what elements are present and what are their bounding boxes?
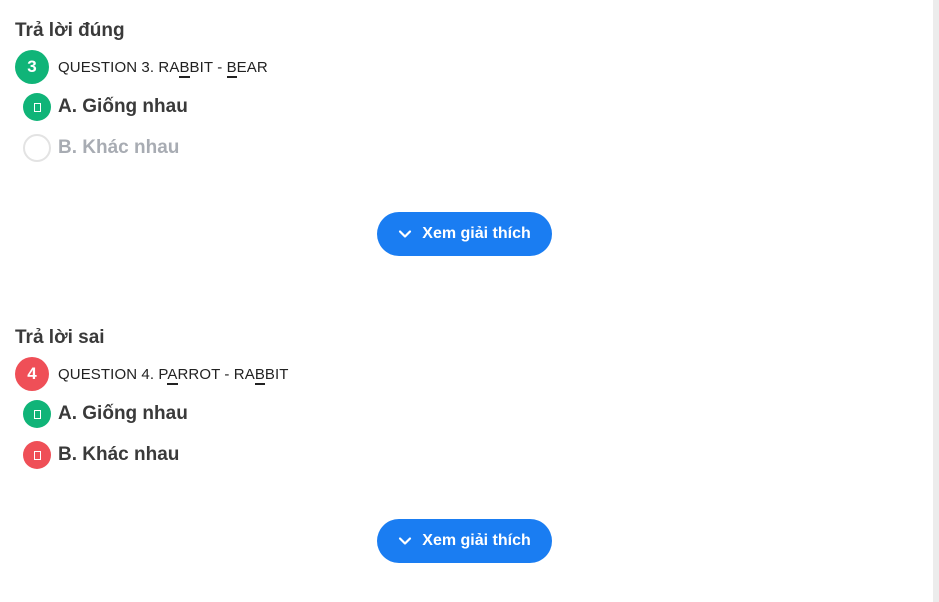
- view-explanation-label: Xem giải thích: [422, 532, 531, 549]
- word-2-after: EAR: [236, 58, 268, 76]
- cross-glyph-icon: [23, 441, 51, 469]
- answer-status: Trả lời đúng: [15, 20, 125, 41]
- view-explanation-label: Xem giải thích: [422, 225, 531, 242]
- word-2-before: RA: [233, 365, 255, 383]
- option-a[interactable]: A. Giống nhau: [23, 399, 915, 429]
- question-prefix: QUESTION 4.: [58, 365, 159, 383]
- option-b[interactable]: B. Khác nhau: [23, 133, 915, 163]
- answer-status: Trả lời sai: [15, 327, 105, 348]
- question-prefix: QUESTION 3.: [58, 58, 159, 76]
- option-label: B. Khác nhau: [58, 444, 180, 465]
- word-2-after: BIT: [264, 365, 289, 383]
- question-text: QUESTION 4. PARROT - RABBIT: [58, 365, 289, 385]
- word-2-underlined-letter: B: [226, 58, 237, 78]
- chevron-down-icon: [398, 534, 412, 548]
- word-1-underlined-letter: A: [167, 365, 178, 385]
- option-b[interactable]: B. Khác nhau: [23, 440, 915, 470]
- question-line: 4 QUESTION 4. PARROT - RABBIT: [15, 357, 915, 391]
- view-explanation-button[interactable]: Xem giải thích: [377, 212, 552, 256]
- option-label: A. Giống nhau: [58, 96, 188, 117]
- answer-options: A. Giống nhau B. Khác nhau: [15, 399, 915, 470]
- question-3-block: Trả lời đúng 3 QUESTION 3. RABBIT - BEAR…: [15, 18, 915, 174]
- chevron-down-icon: [398, 227, 412, 241]
- option-label: B. Khác nhau: [58, 137, 180, 158]
- question-number-badge: 3: [15, 50, 49, 84]
- option-label: A. Giống nhau: [58, 403, 188, 424]
- word-separator: -: [220, 365, 234, 383]
- word-2-underlined-letter: B: [254, 365, 265, 385]
- word-1-after: BIT: [189, 58, 213, 76]
- answer-options: A. Giống nhau B. Khác nhau: [15, 92, 915, 163]
- quiz-results-page: Trả lời đúng 3 QUESTION 3. RABBIT - BEAR…: [0, 0, 939, 602]
- question-number-badge: 4: [15, 357, 49, 391]
- word-separator: -: [212, 58, 227, 76]
- question-text: QUESTION 3. RABBIT - BEAR: [58, 58, 268, 78]
- word-1-after: RROT: [177, 365, 221, 383]
- check-glyph-icon: [23, 400, 51, 428]
- option-a[interactable]: A. Giống nhau: [23, 92, 915, 122]
- view-explanation-button[interactable]: Xem giải thích: [377, 519, 552, 563]
- check-glyph-icon: [23, 93, 51, 121]
- scrollbar[interactable]: [933, 0, 939, 602]
- radio-empty-icon: [23, 134, 51, 162]
- question-4-block: Trả lời sai 4 QUESTION 4. PARROT - RABBI…: [15, 325, 915, 481]
- question-line: 3 QUESTION 3. RABBIT - BEAR: [15, 50, 915, 84]
- word-1-before: RA: [158, 58, 180, 76]
- word-1-underlined-letter: B: [179, 58, 190, 78]
